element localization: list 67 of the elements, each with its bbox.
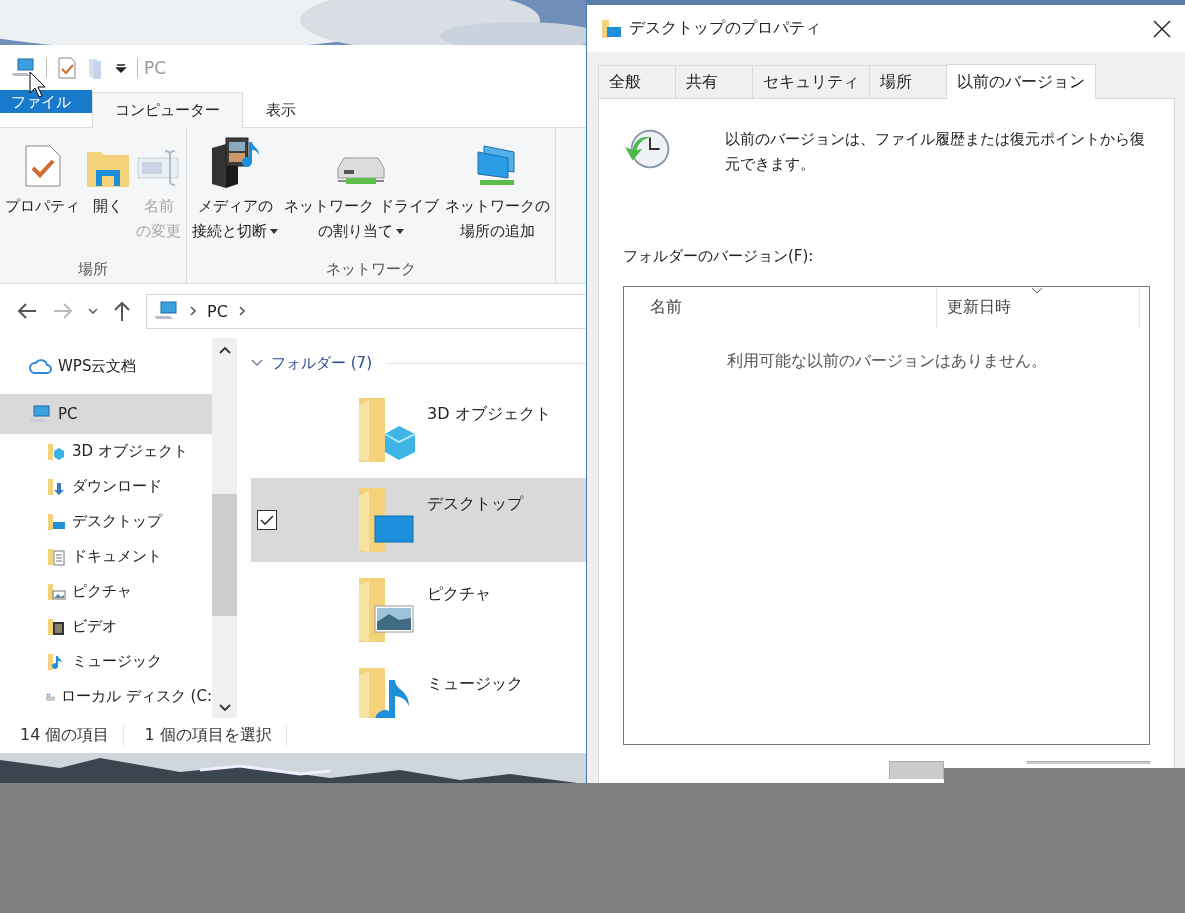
folder-item[interactable]: 3D オブジェクト xyxy=(251,388,586,472)
chevron-down-icon[interactable] xyxy=(251,359,263,367)
scrollbar[interactable] xyxy=(212,338,237,718)
status-text: 1 個の項目を選択 xyxy=(124,725,287,746)
ribbon-button[interactable]: 開く xyxy=(83,128,133,260)
ribbon-button[interactable]: ネットワーク ドライブ の割り当て xyxy=(281,128,442,260)
version-list[interactable]: 名前 更新日時 利用可能な以前のバージョンはありません。 xyxy=(623,286,1150,745)
group-label: 場所 xyxy=(78,260,108,279)
nav-item[interactable]: ローカル ディスク (C: xyxy=(0,679,212,714)
folder-icon xyxy=(46,616,66,637)
ribbon-button[interactable]: メディアの 接続と切断 xyxy=(189,128,281,260)
computer-icon xyxy=(153,300,179,322)
folder-icon xyxy=(601,18,623,39)
folder-icon xyxy=(46,511,66,532)
folder-icon xyxy=(46,546,66,567)
chevron-right-icon xyxy=(237,306,246,316)
column-header[interactable]: 更新日時 xyxy=(937,287,1140,329)
properties-icon[interactable] xyxy=(57,55,77,80)
cloud-icon xyxy=(28,357,52,375)
caret-icon xyxy=(270,229,278,234)
list-label: フォルダーのバージョン(F): xyxy=(623,247,815,266)
tab[interactable]: 以前のバージョン xyxy=(946,64,1096,99)
caret-icon xyxy=(396,229,405,234)
media-server-icon xyxy=(210,136,260,188)
folder-item[interactable]: デスクトップ xyxy=(251,478,586,562)
close-icon[interactable] xyxy=(1153,19,1171,38)
empty-message: 利用可能な以前のバージョンはありません。 xyxy=(725,351,1048,372)
description-text: 以前のバージョンは、ファイル履歴または復元ポイントから復元できます。 xyxy=(725,129,1147,175)
window-title: デスクトップのプロパティ xyxy=(629,18,822,39)
chevron-right-icon xyxy=(189,306,197,316)
column-header[interactable]: 名前 xyxy=(624,287,937,329)
ribbon-button[interactable]: ネットワークの 場所の追加 xyxy=(441,128,553,260)
nav-item[interactable]: PC xyxy=(0,394,212,434)
window-title: PC xyxy=(144,57,167,78)
breadcrumb[interactable]: PC xyxy=(207,301,228,321)
folder-icon xyxy=(46,441,66,462)
status-text: 14 個の項目 xyxy=(0,725,125,746)
folder-icon xyxy=(46,581,66,602)
nav-item[interactable]: WPS云文档 xyxy=(0,338,212,394)
folder-icon xyxy=(46,476,66,497)
nav-item[interactable]: デスクトップ xyxy=(0,504,212,539)
file-menu-tab[interactable]: ファイル xyxy=(0,90,92,113)
chevron-down-icon[interactable] xyxy=(88,307,98,315)
scroll-up-icon[interactable] xyxy=(218,346,231,354)
folder-item[interactable]: ピクチャ xyxy=(251,568,586,652)
group-header: フォルダー (7) xyxy=(271,353,372,373)
tab[interactable]: 全般 xyxy=(598,65,676,98)
checkbox[interactable] xyxy=(257,510,277,530)
scroll-down-icon[interactable] xyxy=(218,704,231,712)
dropdown-icon[interactable] xyxy=(115,61,127,74)
nav-item[interactable]: ミュージック xyxy=(0,644,212,679)
ribbon-button[interactable]: プロパティ xyxy=(2,128,83,260)
computer-icon xyxy=(28,404,52,424)
checked-document-icon xyxy=(23,144,62,188)
group-label: ネットワーク xyxy=(325,260,416,279)
nav-item[interactable]: ダウンロード xyxy=(0,469,212,504)
back-arrow-icon[interactable] xyxy=(16,302,38,320)
rename-icon xyxy=(136,148,181,188)
address-bar[interactable]: PC xyxy=(146,293,586,329)
nav-item[interactable]: 3D オブジェクト xyxy=(0,434,212,469)
nav-item[interactable]: ビデオ xyxy=(0,609,212,644)
nav-item[interactable]: ピクチャ xyxy=(0,574,212,609)
up-arrow-icon[interactable] xyxy=(112,300,132,322)
nav-item[interactable]: ドキュメント xyxy=(0,539,212,574)
ribbon-tab[interactable]: コンピューター xyxy=(92,92,243,128)
folder-item[interactable]: ミュージック xyxy=(251,658,586,718)
ribbon-tab[interactable]: 表示 xyxy=(243,92,319,127)
